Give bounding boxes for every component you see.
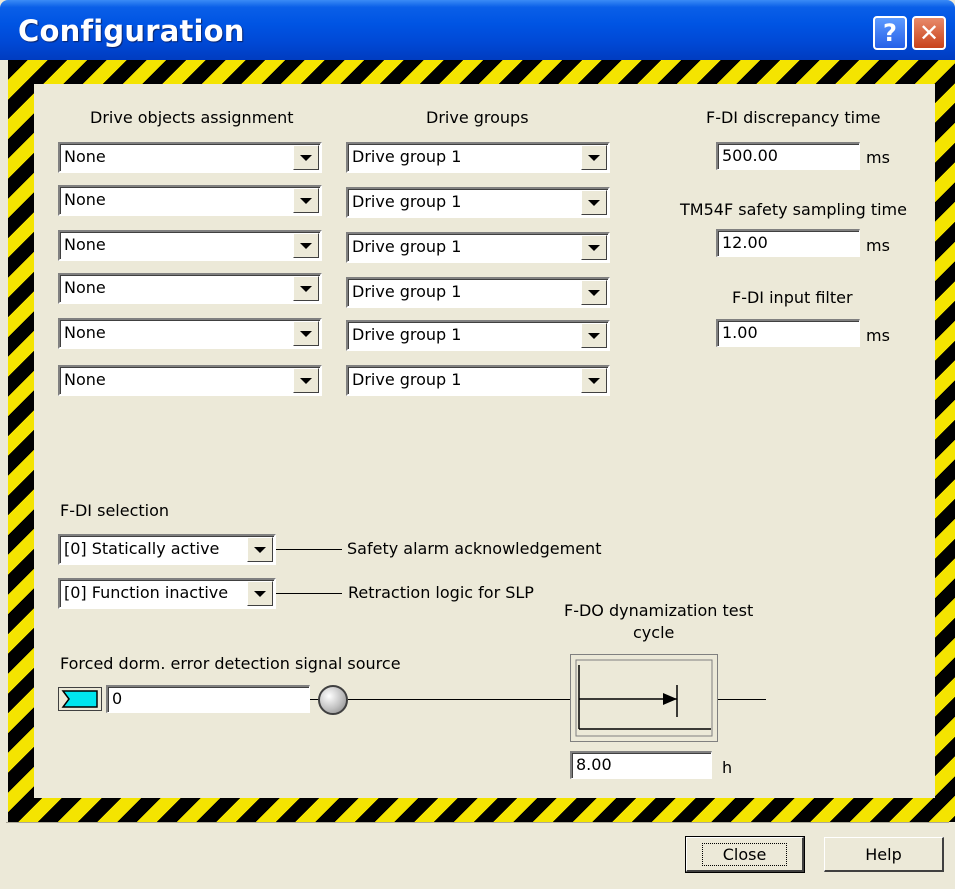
discrepancy-time-input[interactable]: 500.00 [716,142,860,170]
discrepancy-unit: ms [866,148,890,167]
input-filter-input[interactable]: 1.00 [716,319,860,347]
chevron-down-icon[interactable] [293,368,319,393]
help-button[interactable]: Help [824,837,944,872]
connector-line [718,699,766,700]
combo-value: Drive group 1 [352,370,462,389]
forced-dormant-input[interactable]: 0 [106,685,310,713]
input-filter-unit: ms [866,326,890,345]
help-title-button[interactable]: ? [873,16,907,50]
close-title-button[interactable]: ✕ [912,16,946,50]
retraction-label: Retraction logic for SLP [348,583,534,602]
chevron-down-icon[interactable] [581,323,607,348]
drive-object-combo-1[interactable]: None [58,142,322,173]
drive-group-combo-5[interactable]: Drive group 1 [346,320,610,351]
drive-group-combo-3[interactable]: Drive group 1 [346,232,610,263]
fdi-selection-label: F-DI selection [60,501,170,520]
combo-value: Drive group 1 [352,282,462,301]
title-bar: Configuration ? ✕ [0,0,955,60]
close-button[interactable]: Close [685,836,805,873]
drive-group-combo-1[interactable]: Drive group 1 [346,142,610,173]
combo-value: None [64,190,106,209]
connector-line [348,699,570,700]
fdo-test-input[interactable]: 8.00 [570,751,712,779]
connector-line [276,549,342,550]
combo-value: None [64,370,106,389]
question-icon: ? [883,19,897,47]
retraction-combo[interactable]: [0] Function inactive [58,578,276,609]
window-title: Configuration [18,14,245,48]
chevron-down-icon[interactable] [293,188,319,213]
chevron-down-icon[interactable] [293,233,319,258]
combo-value: [0] Function inactive [64,583,229,602]
combo-value: None [64,147,106,166]
sampling-time-label: TM54F safety sampling time [680,200,907,219]
combo-value: [0] Statically active [64,539,220,558]
chevron-down-icon[interactable] [247,537,273,562]
help-button-label: Help [865,844,902,864]
connector-icon[interactable] [58,687,102,711]
drive-objects-header: Drive objects assignment [90,108,294,127]
chevron-down-icon[interactable] [581,145,607,170]
signal-node-icon [318,685,348,715]
input-filter-label: F-DI input filter [732,288,853,307]
drive-object-combo-3[interactable]: None [58,230,322,261]
chevron-down-icon[interactable] [293,276,319,301]
forced-dormant-label: Forced dorm. error detection signal sour… [60,654,401,673]
config-panel: Drive objects assignment Drive groups No… [34,84,935,798]
chevron-down-icon[interactable] [581,368,607,393]
combo-value: Drive group 1 [352,192,462,211]
combo-value: Drive group 1 [352,147,462,166]
drive-groups-header: Drive groups [426,108,529,127]
chevron-down-icon[interactable] [293,321,319,346]
chevron-down-icon[interactable] [581,235,607,260]
drive-group-combo-4[interactable]: Drive group 1 [346,277,610,308]
combo-value: None [64,278,106,297]
connector-line [276,593,342,594]
timer-block-icon [570,654,718,742]
fdo-test-label-2: cycle [633,623,675,642]
drive-group-combo-6[interactable]: Drive group 1 [346,365,610,396]
close-button-label: Close [701,842,788,866]
chevron-down-icon[interactable] [247,581,273,606]
drive-object-combo-6[interactable]: None [58,365,322,396]
combo-value: None [64,323,106,342]
combo-value: Drive group 1 [352,325,462,344]
chevron-down-icon[interactable] [581,190,607,215]
alarm-ack-label: Safety alarm acknowledgement [347,539,602,558]
discrepancy-time-label: F-DI discrepancy time [706,108,881,127]
chevron-down-icon[interactable] [293,145,319,170]
divider [6,822,949,823]
fdo-test-label-1: F-DO dynamization test [564,601,754,620]
close-icon: ✕ [918,19,940,47]
sampling-unit: ms [866,236,890,255]
drive-object-combo-4[interactable]: None [58,273,322,304]
combo-value: Drive group 1 [352,237,462,256]
drive-object-combo-5[interactable]: None [58,318,322,349]
fdo-test-unit: h [722,758,733,777]
combo-value: None [64,235,106,254]
drive-group-combo-2[interactable]: Drive group 1 [346,187,610,218]
alarm-ack-combo[interactable]: [0] Statically active [58,534,276,565]
sampling-time-input[interactable]: 12.00 [716,229,860,257]
drive-object-combo-2[interactable]: None [58,185,322,216]
chevron-down-icon[interactable] [581,280,607,305]
